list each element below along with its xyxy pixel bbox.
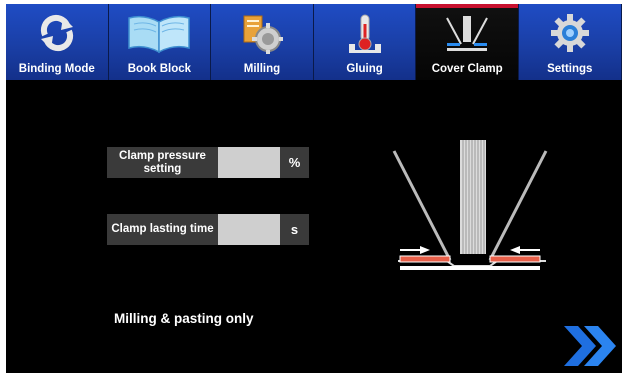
clamp-time-unit: s: [280, 214, 309, 245]
clamp-pressure-input[interactable]: [218, 147, 280, 178]
clamp-pressure-row: Clamp pressure setting %: [107, 147, 309, 178]
cover-clamp-icon: [416, 10, 518, 56]
tab-label: Settings: [547, 63, 593, 75]
tab-milling[interactable]: Milling: [211, 4, 314, 80]
tab-book-block[interactable]: Book Block: [108, 4, 212, 80]
gear-icon: [519, 10, 621, 56]
tab-bar: Binding Mode Book Block Milling Gluing C…: [6, 4, 622, 80]
hmi-screen: Binding Mode Book Block Milling Gluing C…: [6, 4, 622, 373]
next-page-button[interactable]: [562, 322, 620, 370]
clamp-pressure-label: Clamp pressure setting: [107, 147, 218, 178]
double-chevron-right-icon: [564, 326, 616, 366]
tab-settings[interactable]: Settings: [518, 4, 622, 80]
clamp-pressure-unit: %: [280, 147, 309, 178]
tab-binding-mode[interactable]: Binding Mode: [6, 4, 109, 80]
tab-label: Cover Clamp: [431, 63, 503, 75]
clamp-time-label: Clamp lasting time: [107, 214, 218, 245]
clamp-time-input[interactable]: [218, 214, 280, 245]
cover-clamp-diagram: [392, 140, 548, 270]
tab-label: Book Block: [127, 63, 192, 75]
tab-label: Gluing: [346, 63, 383, 75]
tab-cover-clamp[interactable]: Cover Clamp: [416, 4, 519, 80]
tab-label: Milling: [243, 63, 281, 75]
tab-label: Binding Mode: [18, 63, 95, 75]
refresh-arrows-icon: [6, 10, 108, 56]
binding-mode-text: Milling & pasting only: [114, 311, 254, 326]
thermometer-icon: [314, 10, 416, 56]
clamp-time-row: Clamp lasting time s: [107, 214, 309, 245]
tab-gluing[interactable]: Gluing: [313, 4, 417, 80]
open-book-icon: [109, 10, 211, 56]
milling-cutter-icon: [211, 10, 313, 56]
